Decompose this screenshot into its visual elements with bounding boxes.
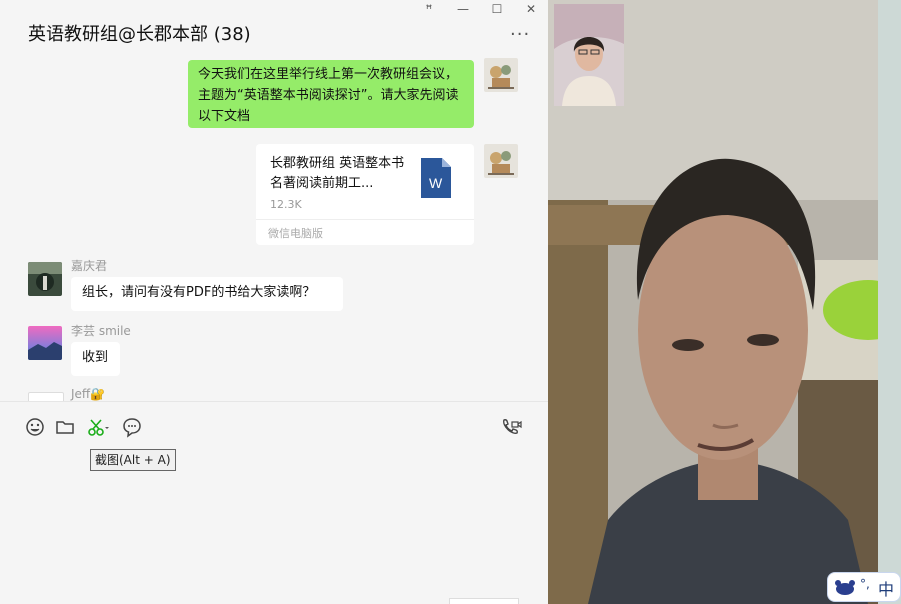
sender-name: 李芸 smile bbox=[71, 324, 131, 338]
file-card-divider bbox=[256, 219, 474, 220]
chat-window: 英语教研组@长郡本部 (38) ꟸ — ☐ ✕ ··· 今天我们在这里举行线上第… bbox=[0, 0, 548, 604]
input-toolbar: 截图(Alt + A) bbox=[0, 401, 548, 604]
self-video-frame bbox=[554, 4, 624, 106]
member-avatar[interactable] bbox=[28, 326, 62, 360]
more-options-button[interactable]: ··· bbox=[510, 24, 530, 45]
ime-indicator[interactable]: °, 中 bbox=[827, 572, 901, 602]
file-size: 12.3K bbox=[270, 198, 302, 211]
chat-title: 英语教研组@长郡本部 (38) bbox=[28, 24, 251, 45]
video-call-icon[interactable] bbox=[500, 416, 522, 438]
send-button[interactable] bbox=[449, 598, 519, 604]
message-list[interactable]: 今天我们在这里举行线上第一次教研组会议，主题为“英语整本书阅读探讨”。请大家先阅… bbox=[0, 58, 548, 401]
self-avatar[interactable] bbox=[484, 144, 518, 178]
member-avatar[interactable] bbox=[28, 392, 64, 401]
ime-paw-icon bbox=[835, 580, 855, 595]
close-button[interactable]: ✕ bbox=[520, 2, 542, 18]
chat-header: 英语教研组@长郡本部 (38) ꟸ — ☐ ✕ ··· bbox=[0, 0, 548, 58]
file-source: 微信电脑版 bbox=[268, 227, 323, 240]
word-document-icon: W bbox=[421, 158, 451, 198]
sender-name: 嘉庆君 bbox=[71, 259, 108, 273]
message-bubble-other[interactable]: 组长，请问有没有PDF的书给大家读啊？ bbox=[71, 277, 343, 311]
message-bubble-self[interactable]: 今天我们在这里举行线上第一次教研组会议，主题为“英语整本书阅读探讨”。请大家先阅… bbox=[188, 60, 474, 128]
file-card[interactable]: 长郡教研组 英语整本书名著阅读前期工... 12.3K 微信电脑版 W bbox=[256, 144, 474, 245]
pin-button[interactable]: ꟸ bbox=[418, 2, 440, 18]
screenshot-tooltip: 截图(Alt + A) bbox=[90, 449, 176, 471]
ime-language-label: 中 bbox=[878, 580, 895, 599]
minimize-button[interactable]: — bbox=[452, 2, 474, 18]
sender-name: Jeff🔐 bbox=[71, 387, 106, 401]
chat-bubble-icon[interactable] bbox=[121, 416, 143, 438]
file-name: 长郡教研组 英语整本书名著阅读前期工... bbox=[270, 156, 405, 191]
message-bubble-other[interactable]: 收到 bbox=[71, 342, 120, 376]
self-video-preview[interactable] bbox=[554, 4, 624, 106]
emoji-icon[interactable] bbox=[24, 416, 46, 438]
word-icon-letter: W bbox=[429, 175, 443, 191]
scissors-icon[interactable] bbox=[86, 416, 112, 438]
self-avatar[interactable] bbox=[484, 58, 518, 92]
maximize-button[interactable]: ☐ bbox=[486, 2, 508, 18]
member-avatar[interactable] bbox=[28, 262, 62, 296]
folder-icon[interactable] bbox=[54, 416, 76, 438]
ime-punctuation-mode: °, bbox=[860, 577, 870, 591]
